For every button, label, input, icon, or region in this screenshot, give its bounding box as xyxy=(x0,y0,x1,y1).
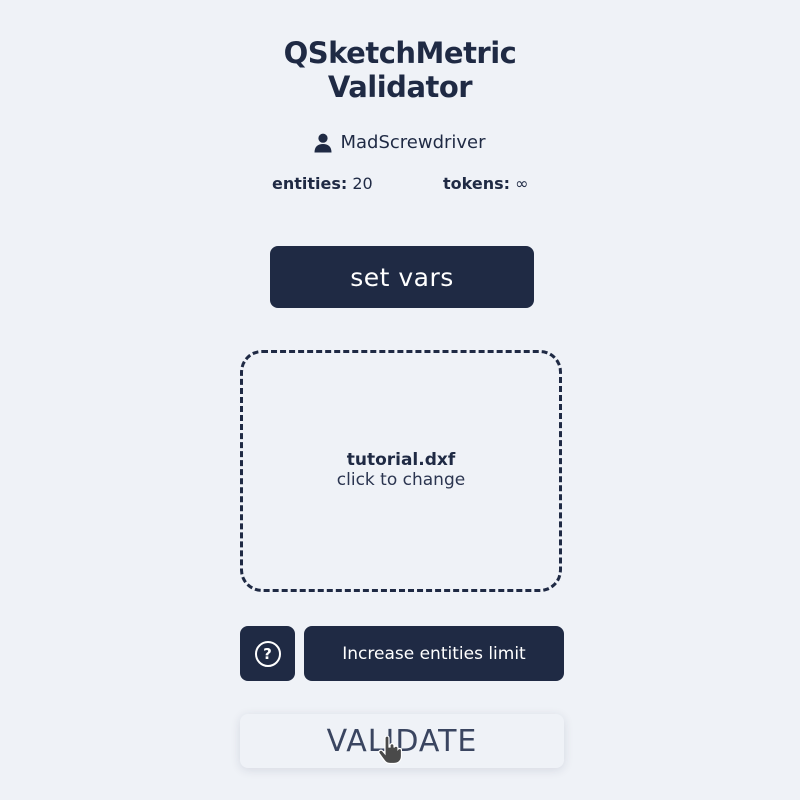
set-vars-label: set vars xyxy=(350,262,454,292)
tokens-label: tokens: xyxy=(443,174,511,193)
file-dropzone[interactable]: tutorial.dxf click to change xyxy=(240,350,562,592)
title-line-1: QSketchMetric xyxy=(283,36,517,70)
validator-page: QSketchMetric Validator MadScrewdriver e… xyxy=(0,0,800,800)
stats-row: entities: 20 tokens: ∞ xyxy=(0,174,800,196)
help-glyph: ? xyxy=(263,644,272,663)
increase-entities-limit-button[interactable]: Increase entities limit xyxy=(304,626,564,681)
validate-button[interactable]: VALIDATE xyxy=(240,714,564,768)
page-title: QSketchMetric Validator xyxy=(0,36,800,104)
hand-pointer-cursor-icon xyxy=(378,735,403,765)
tokens-value: ∞ xyxy=(515,174,529,193)
help-button[interactable]: ? xyxy=(240,626,295,681)
entities-value: 20 xyxy=(352,174,373,193)
user-info: MadScrewdriver xyxy=(0,132,800,153)
file-change-hint: click to change xyxy=(336,470,466,490)
increase-entities-limit-label: Increase entities limit xyxy=(342,643,526,664)
tokens-stat: tokens: ∞ xyxy=(443,174,528,193)
entities-label: entities: xyxy=(272,174,348,193)
username: MadScrewdriver xyxy=(340,132,486,153)
entities-stat: entities: 20 xyxy=(272,174,373,193)
set-vars-button[interactable]: set vars xyxy=(270,246,534,308)
user-icon xyxy=(314,133,332,153)
file-name: tutorial.dxf xyxy=(346,450,456,470)
question-circle-icon: ? xyxy=(254,640,281,667)
title-line-2: Validator xyxy=(327,70,473,104)
